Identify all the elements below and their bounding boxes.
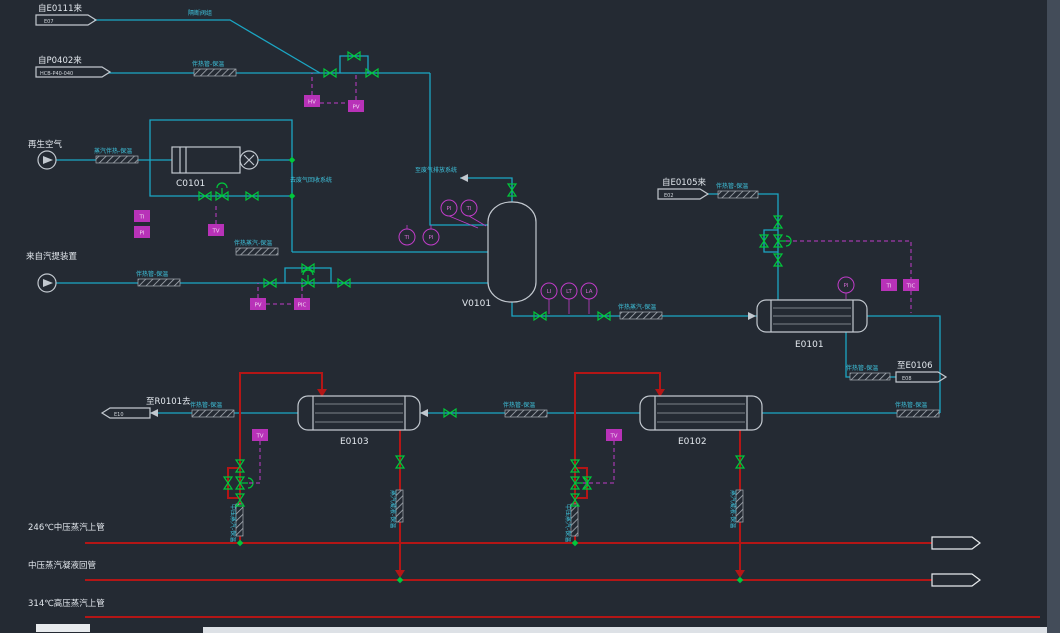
source-label: 自E0105来 [662, 177, 707, 188]
line-class-label: 伴热管-保温 [895, 401, 927, 409]
equipment-label: E0103 [340, 437, 369, 447]
line-class-label: 伴热管-保温 [503, 401, 535, 409]
header-label: 246℃中压蒸汽上管 [28, 522, 105, 533]
line-label: 去废气回收系统 [290, 176, 332, 184]
instrument-tag: PI [447, 206, 452, 212]
instrument-tag: PI [140, 231, 145, 237]
instrument-tag: PIC [298, 303, 307, 309]
instrument-tag: PV [352, 105, 359, 111]
line-tag: HCB-P40-040 [40, 71, 73, 77]
destination-label: 至E0106 [897, 361, 933, 371]
source-label: 自E0111来 [38, 3, 83, 14]
instrument-tag: TV [255, 434, 263, 440]
line-class-label: 伴热蒸汽-保温 [618, 303, 656, 311]
source-label: 再生空气 [28, 139, 63, 150]
equipment-label: V0101 [462, 299, 491, 309]
instrument-tag: TV [211, 229, 219, 235]
right-panel-edge [1047, 0, 1060, 633]
line-label: 至废气排放系统 [415, 166, 457, 174]
line-class-label: 蒸汽伴热-保温 [94, 147, 132, 155]
line-class-label: 伴热管-保温 [136, 270, 168, 278]
equipment-label: E0102 [678, 437, 707, 447]
instrument-tag: TI [466, 206, 472, 212]
instrument-tag: TIC [906, 284, 916, 290]
instrument-tag: HV [308, 100, 316, 106]
line-class-label: 伴热管-保温 [192, 60, 224, 68]
line-tag: E02 [664, 193, 674, 199]
line-class-label: 中压蒸汽-保温 [564, 504, 572, 542]
line-class-label: 蒸汽凝液-保温 [729, 490, 737, 528]
header-label: 中压蒸汽凝液回管 [28, 560, 96, 571]
equipment-label: E0101 [795, 340, 824, 350]
instrument-tag: LI [547, 289, 552, 295]
line-tag: E08 [902, 376, 912, 382]
instrument-tag: PV [254, 303, 261, 309]
instrument-tag: TV [609, 434, 617, 440]
line-label: 隔断阀组 [188, 9, 212, 17]
equipment-label: C0101 [176, 179, 205, 189]
horizontal-scrollbar[interactable] [203, 627, 1047, 633]
line-tag: E10 [114, 412, 124, 418]
instrument-tag: TI [886, 284, 892, 290]
instrument-tag: PI [844, 283, 849, 289]
instrument-tag: LT [566, 289, 572, 295]
line-class-label: 伴热蒸汽-保温 [234, 239, 272, 247]
line-class-label: 伴热管-保温 [846, 364, 878, 372]
instrument-tag: TI [404, 235, 410, 241]
line-class-label: 蒸汽凝液-保温 [389, 490, 397, 528]
instrument-tag: TI [139, 215, 145, 221]
line-class-label: 中压蒸汽-保温 [229, 504, 237, 542]
header-label: 314℃高压蒸汽上管 [28, 598, 105, 609]
line-class-label: 伴热管-保温 [190, 401, 222, 409]
instrument-tag: PI [429, 235, 434, 241]
line-tag: E07 [44, 19, 54, 25]
source-label: 自P0402来 [38, 55, 82, 66]
destination-label: 至R0101去 [146, 396, 191, 407]
partial-flag [36, 624, 90, 632]
cad-canvas[interactable]: C0101 V0101 E0101 E0102 E0103 自E0111来 E0… [0, 0, 1060, 633]
source-label: 来自汽提装置 [26, 251, 78, 262]
line-class-label: 伴热管-保温 [716, 182, 748, 190]
instrument-tag: LA [586, 289, 593, 295]
